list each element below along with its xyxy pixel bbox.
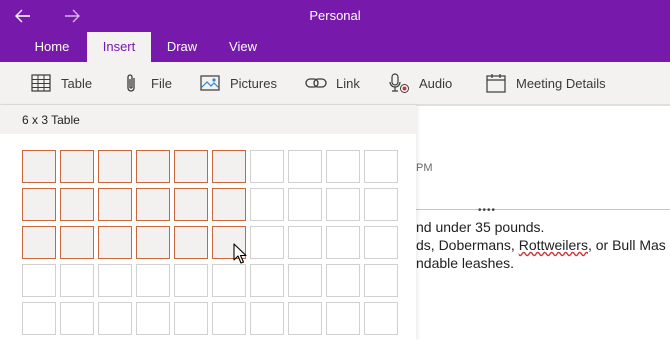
table-grid-cell[interactable] bbox=[250, 188, 284, 221]
table-size-label: 6 x 3 Table bbox=[22, 113, 80, 127]
table-grid-cell[interactable] bbox=[288, 264, 322, 297]
table-size-picker: 6 x 3 Table bbox=[0, 105, 416, 340]
table-grid-cell[interactable] bbox=[326, 226, 360, 259]
table-grid-cell[interactable] bbox=[174, 226, 208, 259]
table-grid-cell[interactable] bbox=[136, 226, 170, 259]
table-grid-cell[interactable] bbox=[60, 264, 94, 297]
link-button[interactable]: Link bbox=[305, 62, 360, 104]
table-grid-cell[interactable] bbox=[364, 264, 398, 297]
note-line-1[interactable]: nd under 35 pounds. bbox=[416, 219, 544, 235]
tab-draw[interactable]: Draw bbox=[154, 32, 210, 62]
picture-icon bbox=[199, 72, 221, 94]
table-grid bbox=[0, 134, 416, 340]
table-grid-cell[interactable] bbox=[60, 150, 94, 183]
table-grid-cell[interactable] bbox=[212, 264, 246, 297]
table-grid-cell[interactable] bbox=[98, 150, 132, 183]
table-grid-cell[interactable] bbox=[98, 226, 132, 259]
picker-header: 6 x 3 Table bbox=[0, 105, 416, 134]
note-line-3[interactable]: ndable leashes. bbox=[416, 255, 514, 271]
container-grip-handle[interactable]: •••• bbox=[478, 205, 496, 216]
table-grid-cell[interactable] bbox=[288, 150, 322, 183]
table-grid-cell[interactable] bbox=[22, 150, 56, 183]
arrow-right-icon bbox=[65, 9, 80, 23]
table-grid-cell[interactable] bbox=[22, 188, 56, 221]
title-bar: Personal bbox=[0, 0, 670, 32]
page-timestamp: PM bbox=[416, 162, 433, 174]
table-grid-cell[interactable] bbox=[174, 302, 208, 335]
table-grid-cell[interactable] bbox=[60, 188, 94, 221]
table-grid-cell[interactable] bbox=[364, 188, 398, 221]
table-grid-cell[interactable] bbox=[136, 264, 170, 297]
record-audio-icon bbox=[388, 72, 410, 94]
table-grid-cell[interactable] bbox=[136, 302, 170, 335]
table-grid-cell[interactable] bbox=[136, 188, 170, 221]
table-grid-cell[interactable] bbox=[250, 302, 284, 335]
meeting-details-button[interactable]: Meeting Details bbox=[485, 62, 606, 104]
table-grid-cell[interactable] bbox=[98, 302, 132, 335]
table-grid-cell[interactable] bbox=[22, 264, 56, 297]
table-grid-cell[interactable] bbox=[212, 302, 246, 335]
misspelled-word[interactable]: Rottweilers bbox=[519, 237, 588, 253]
table-grid-cell[interactable] bbox=[288, 188, 322, 221]
file-button[interactable]: File bbox=[120, 62, 172, 104]
table-grid-cell[interactable] bbox=[22, 302, 56, 335]
pictures-button[interactable]: Pictures bbox=[199, 62, 277, 104]
audio-button[interactable]: Audio bbox=[388, 62, 452, 104]
note-line-2-start: ds, Dobermans, bbox=[416, 237, 519, 253]
table-grid-cell[interactable] bbox=[60, 226, 94, 259]
table-grid-cell[interactable] bbox=[212, 226, 246, 259]
audio-label: Audio bbox=[419, 75, 453, 91]
table-label: Table bbox=[61, 75, 93, 91]
table-button[interactable]: Table bbox=[30, 62, 92, 104]
table-grid-cell[interactable] bbox=[212, 150, 246, 183]
table-grid-cell[interactable] bbox=[212, 188, 246, 221]
table-grid-cell[interactable] bbox=[250, 150, 284, 183]
note-line-2-end: , or Bull Mas bbox=[587, 237, 666, 253]
table-grid-cell[interactable] bbox=[136, 150, 170, 183]
table-grid-cell[interactable] bbox=[288, 302, 322, 335]
table-grid-cell[interactable] bbox=[364, 150, 398, 183]
table-grid-cell[interactable] bbox=[174, 188, 208, 221]
table-grid-cell[interactable] bbox=[60, 302, 94, 335]
table-grid-cell[interactable] bbox=[250, 264, 284, 297]
tab-insert[interactable]: Insert bbox=[87, 32, 151, 62]
tab-bar: Home Insert Draw View bbox=[0, 32, 670, 62]
link-label: Link bbox=[336, 75, 360, 91]
tab-view[interactable]: View bbox=[215, 32, 271, 62]
forward-button[interactable] bbox=[60, 4, 84, 28]
meeting-details-label: Meeting Details bbox=[516, 75, 606, 91]
arrow-left-icon bbox=[15, 9, 30, 23]
table-grid-cell[interactable] bbox=[22, 226, 56, 259]
file-label: File bbox=[151, 75, 172, 91]
link-icon bbox=[305, 72, 327, 94]
table-grid-cell[interactable] bbox=[288, 226, 322, 259]
table-grid-cell[interactable] bbox=[98, 188, 132, 221]
table-grid-cell[interactable] bbox=[364, 226, 398, 259]
note-line-2[interactable]: ds, Dobermans, Rottweilers, or Bull Mas bbox=[416, 237, 666, 253]
table-grid-cell[interactable] bbox=[364, 302, 398, 335]
table-grid-cell[interactable] bbox=[326, 150, 360, 183]
table-grid-cell[interactable] bbox=[174, 264, 208, 297]
window-title: Personal bbox=[309, 8, 361, 23]
table-grid-cell[interactable] bbox=[326, 188, 360, 221]
table-grid-cell[interactable] bbox=[250, 226, 284, 259]
table-grid-cell[interactable] bbox=[326, 302, 360, 335]
tab-home[interactable]: Home bbox=[20, 32, 84, 62]
table-icon bbox=[30, 72, 52, 94]
calendar-icon bbox=[485, 72, 507, 94]
table-grid-cell[interactable] bbox=[174, 150, 208, 183]
insert-ribbon: Table File Pictures Link Audio Meeting D… bbox=[0, 62, 670, 105]
back-button[interactable] bbox=[11, 4, 35, 28]
table-grid-cell[interactable] bbox=[98, 264, 132, 297]
table-grid-cell[interactable] bbox=[326, 264, 360, 297]
pictures-label: Pictures bbox=[230, 75, 277, 91]
page-title-underline bbox=[416, 105, 670, 106]
note-container-border bbox=[410, 209, 670, 210]
paperclip-icon bbox=[120, 72, 142, 94]
